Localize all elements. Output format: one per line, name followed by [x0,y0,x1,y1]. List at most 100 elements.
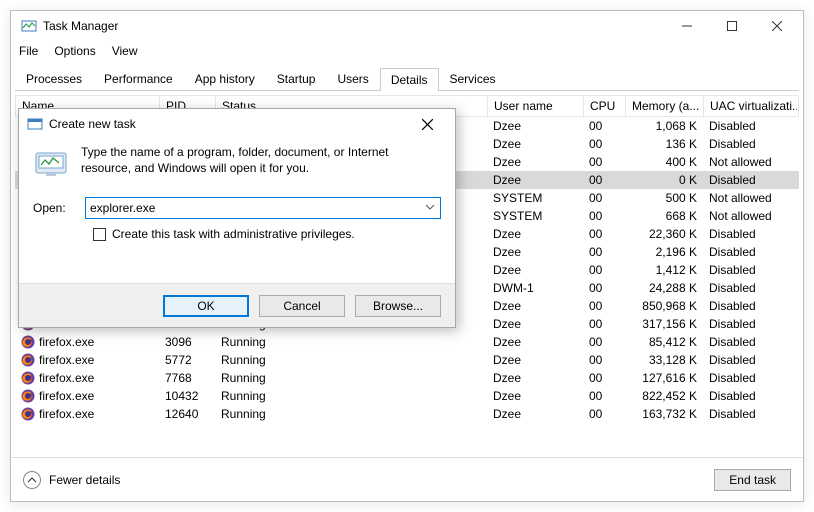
cell-user: Dzee [487,263,583,277]
cell-memory: 850,968 K [625,299,703,313]
tab-app-history[interactable]: App history [184,67,266,90]
tab-details[interactable]: Details [380,68,439,91]
cell-name: firefox.exe [39,389,94,403]
menu-view[interactable]: View [112,44,138,58]
tab-processes[interactable]: Processes [15,67,93,90]
cell-cpu: 00 [583,281,625,295]
cell-status: Running [215,407,487,421]
cell-pid: 12640 [159,407,215,421]
dialog-button-row: OK Cancel Browse... [19,283,455,327]
admin-checkbox-label[interactable]: Create this task with administrative pri… [112,227,355,241]
dialog-close-button[interactable] [407,110,447,138]
cell-user: Dzee [487,317,583,331]
cell-uac: Disabled [703,299,797,313]
table-row[interactable]: firefox.exe12640RunningDzee00163,732 KDi… [15,405,799,423]
chevron-down-icon[interactable] [423,200,437,214]
cell-user: Dzee [487,173,583,187]
cell-pid: 3096 [159,335,215,349]
cell-status: Running [215,335,487,349]
window-title: Task Manager [43,19,118,33]
menu-options[interactable]: Options [54,44,95,58]
cell-cpu: 00 [583,371,625,385]
tab-startup[interactable]: Startup [266,67,327,90]
create-new-task-dialog: Create new task Type the name of a progr… [18,108,456,328]
table-row[interactable]: firefox.exe7768RunningDzee00127,616 KDis… [15,369,799,387]
dialog-title: Create new task [49,117,136,131]
cell-cpu: 00 [583,245,625,259]
close-button[interactable] [754,12,799,40]
cell-name: firefox.exe [39,353,94,367]
cell-cpu: 00 [583,209,625,223]
cancel-button[interactable]: Cancel [259,295,345,317]
col-memory[interactable]: Memory (a... [625,95,703,117]
cell-cpu: 00 [583,137,625,151]
cell-user: Dzee [487,407,583,421]
dialog-titlebar: Create new task [19,109,455,139]
open-combobox[interactable] [85,197,441,219]
cell-uac: Disabled [703,335,797,349]
cell-pid: 10432 [159,389,215,403]
cell-status: Running [215,353,487,367]
cell-memory: 400 K [625,155,703,169]
cell-memory: 668 K [625,209,703,223]
cell-uac: Disabled [703,371,797,385]
cell-user: Dzee [487,335,583,349]
cell-memory: 317,156 K [625,317,703,331]
col-uac[interactable]: UAC virtualizati... [703,95,797,117]
cell-cpu: 00 [583,299,625,313]
col-cpu[interactable]: CPU [583,95,625,117]
fewer-details-label: Fewer details [49,473,120,487]
table-row[interactable]: firefox.exe3096RunningDzee0085,412 KDisa… [15,333,799,351]
maximize-button[interactable] [709,12,754,40]
cell-memory: 85,412 K [625,335,703,349]
minimize-button[interactable] [664,12,709,40]
firefox-icon [21,389,35,403]
cell-pid: 7768 [159,371,215,385]
menubar: File Options View [11,41,803,61]
cell-cpu: 00 [583,317,625,331]
cell-user: Dzee [487,227,583,241]
cell-cpu: 00 [583,263,625,277]
cell-cpu: 00 [583,155,625,169]
firefox-icon [21,407,35,421]
open-input[interactable] [85,197,441,219]
cell-name: firefox.exe [39,371,94,385]
cell-status: Running [215,371,487,385]
ok-button[interactable]: OK [163,295,249,317]
cell-user: Dzee [487,137,583,151]
cell-uac: Disabled [703,389,797,403]
cell-cpu: 00 [583,173,625,187]
cell-name: firefox.exe [39,335,94,349]
tab-services[interactable]: Services [439,67,507,90]
cell-cpu: 00 [583,227,625,241]
browse-button[interactable]: Browse... [355,295,441,317]
admin-checkbox[interactable] [93,228,106,241]
cell-user: Dzee [487,155,583,169]
cell-user: SYSTEM [487,209,583,223]
table-row[interactable]: firefox.exe5772RunningDzee0033,128 KDisa… [15,351,799,369]
cell-status: Running [215,389,487,403]
menu-file[interactable]: File [19,44,38,58]
cell-uac: Disabled [703,407,797,421]
cell-user: Dzee [487,119,583,133]
cell-uac: Disabled [703,137,797,151]
end-task-button[interactable]: End task [714,469,791,491]
cell-memory: 163,732 K [625,407,703,421]
cell-user: Dzee [487,389,583,403]
cell-memory: 136 K [625,137,703,151]
cell-user: DWM-1 [487,281,583,295]
col-user[interactable]: User name [487,95,583,117]
run-dialog-icon [27,116,43,132]
cell-memory: 822,452 K [625,389,703,403]
fewer-details-toggle[interactable]: Fewer details [23,471,120,489]
tabstrip: Processes Performance App history Startu… [15,65,799,91]
bottom-bar: Fewer details End task [11,457,803,501]
cell-cpu: 00 [583,389,625,403]
tab-users[interactable]: Users [326,67,379,90]
cell-uac: Disabled [703,263,797,277]
tab-performance[interactable]: Performance [93,67,184,90]
cell-uac: Disabled [703,353,797,367]
table-row[interactable]: firefox.exe 10432RunningDzee00822,452 KDi… [15,387,799,405]
cell-user: Dzee [487,353,583,367]
cell-name: firefox.exe [39,407,94,421]
